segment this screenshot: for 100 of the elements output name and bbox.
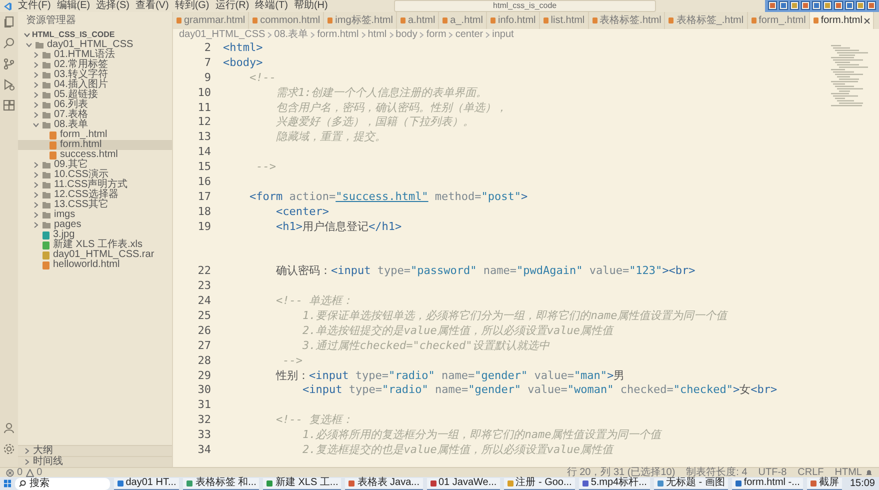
status-item[interactable]: 行 20，列 31 (已选择10) bbox=[566, 468, 676, 478]
breadcrumb-item[interactable]: center bbox=[455, 29, 484, 40]
search-icon[interactable] bbox=[3, 37, 15, 49]
taskbar-app[interactable]: 截屏 bbox=[806, 478, 842, 490]
chevron-right-icon bbox=[485, 32, 490, 38]
menu-item[interactable]: 编辑(E) bbox=[56, 0, 90, 12]
tree-item[interactable]: 3.jpg bbox=[18, 230, 172, 240]
panel-header[interactable]: 大纲 bbox=[18, 445, 172, 456]
tree-item[interactable]: 11.CSS声明方式 bbox=[18, 180, 172, 190]
play-bug-icon[interactable] bbox=[3, 79, 15, 91]
code-line: 2.单选按钮提交的是value属性值，所以必须设置value属性值 bbox=[301, 324, 613, 339]
html-file-icon bbox=[442, 17, 448, 24]
code-line: 包含用户名，密码，确认密码。性别（单选）， bbox=[274, 100, 507, 116]
status-item[interactable]: CRLF bbox=[798, 468, 824, 478]
breadcrumb-item[interactable]: body bbox=[396, 29, 418, 40]
app-logo-icon bbox=[3, 2, 12, 10]
tree-item[interactable]: 03.转义字符 bbox=[18, 70, 172, 80]
files-icon[interactable] bbox=[3, 16, 15, 28]
breadcrumb-item[interactable]: day01_HTML_CSS bbox=[179, 29, 266, 40]
taskbar-app[interactable]: day01 HT... bbox=[114, 478, 180, 490]
code-line: --> bbox=[255, 160, 276, 176]
line-number: 10 bbox=[196, 86, 212, 101]
taskbar-app[interactable]: 表格表 Java... bbox=[345, 478, 422, 490]
code-line: 隐藏域，重置，提交。 bbox=[274, 130, 386, 146]
taskbar-search-field[interactable]: 搜索 bbox=[15, 478, 110, 490]
tree-item[interactable]: form_.html bbox=[18, 130, 172, 140]
branch-icon[interactable] bbox=[3, 58, 15, 70]
breadcrumb-item[interactable]: input bbox=[492, 29, 514, 40]
taskbar-app[interactable]: 表格标签 和... bbox=[183, 478, 260, 490]
menu-item[interactable]: 选择(S) bbox=[96, 0, 130, 12]
search-field[interactable]: html_css_is_code bbox=[394, 0, 656, 12]
line-number: 19 bbox=[196, 220, 212, 235]
taskbar-app[interactable]: form.html -... bbox=[732, 478, 803, 490]
breadcrumb-item[interactable]: form bbox=[426, 29, 446, 40]
windows-icon[interactable] bbox=[4, 479, 12, 488]
app-icon bbox=[506, 480, 514, 486]
app-icon bbox=[186, 480, 194, 486]
breadcrumb-item[interactable]: html bbox=[368, 29, 387, 40]
settings-icon[interactable] bbox=[3, 443, 15, 455]
line-number: 14 bbox=[196, 145, 212, 160]
warning-count[interactable]: 0 bbox=[36, 468, 42, 478]
line-number: 23 bbox=[196, 279, 212, 294]
close-icon[interactable] bbox=[864, 18, 870, 24]
menu-item[interactable]: 帮助(H) bbox=[294, 0, 328, 12]
line-number: 25 bbox=[196, 309, 212, 324]
code-line: <!-- 单选框： bbox=[274, 294, 354, 310]
error-count[interactable]: 0 bbox=[17, 468, 23, 478]
code-line: 1.要保证单选按钮单选，必须将它们分为一组，即将它们的name属性值设置为同一个值 bbox=[301, 309, 728, 324]
tree-item[interactable]: 02.常用标签 bbox=[18, 60, 172, 70]
extensions-icon[interactable] bbox=[3, 100, 15, 112]
menu-item[interactable]: 运行(R) bbox=[215, 0, 250, 12]
status-item[interactable]: 制表符长度: 4 bbox=[686, 468, 748, 478]
tree-item[interactable]: helloworld.html bbox=[18, 260, 172, 270]
taskbar-app[interactable]: 新建 XLS 工... bbox=[263, 478, 342, 490]
taskbar-app[interactable]: 01 JavaWe... bbox=[426, 478, 500, 490]
tree-item[interactable]: 07.表格 bbox=[18, 110, 172, 120]
tree-item[interactable]: form.html bbox=[18, 140, 172, 150]
tree-item[interactable]: day01_HTML_CSS bbox=[18, 40, 172, 50]
line-number: 16 bbox=[196, 175, 212, 190]
tree-item[interactable]: 05.超链接 bbox=[18, 90, 172, 100]
line-number: 24 bbox=[196, 294, 212, 310]
code-line: 1.必须将所用的复选框分为一组，即将它们的name属性值设置为同一个值 bbox=[301, 428, 662, 444]
code-line: <!-- 复选框： bbox=[274, 413, 354, 428]
taskbar-app[interactable]: 注册 - Goo... bbox=[504, 478, 575, 490]
menu-item[interactable]: 终端(T) bbox=[255, 0, 288, 12]
line-number: 34 bbox=[196, 443, 212, 458]
app-icon bbox=[810, 480, 817, 486]
taskbar-app[interactable]: 5.mp4标杆... bbox=[578, 478, 650, 490]
code-line: --> bbox=[282, 354, 302, 369]
status-item[interactable]: HTML bbox=[834, 468, 862, 478]
code-line: <form action="success.html" method="post"> bbox=[248, 190, 528, 205]
tree-item[interactable]: 01.HTML语法 bbox=[18, 50, 172, 60]
tree-item[interactable]: 10.CSS演示 bbox=[18, 170, 172, 180]
menu-item[interactable]: 转到(G) bbox=[174, 0, 210, 12]
chevron-right-icon bbox=[310, 32, 316, 38]
taskbar-app[interactable]: 无标题 - 画图 bbox=[654, 478, 728, 490]
tree-item[interactable]: 04.插入图片 bbox=[18, 80, 172, 90]
bell-icon[interactable] bbox=[865, 468, 873, 476]
chevron-down-icon bbox=[33, 122, 39, 128]
tree-item[interactable]: 08.表单 bbox=[18, 120, 172, 130]
breadcrumb-item[interactable]: 08.表单 bbox=[274, 29, 308, 40]
tree-item[interactable]: 06.列表 bbox=[18, 100, 172, 110]
line-number: 9 bbox=[203, 70, 212, 86]
panel-header[interactable]: 时间线 bbox=[18, 456, 172, 467]
tree-item[interactable]: 12.CSS选择器 bbox=[18, 190, 172, 200]
tree-item[interactable]: pages bbox=[18, 220, 172, 230]
tree-item[interactable]: day01_HTML_CSS.rar bbox=[18, 250, 172, 260]
line-number: 29 bbox=[196, 368, 212, 384]
workspace-header[interactable]: HTML_CSS_IS_CODE bbox=[18, 29, 172, 40]
status-item[interactable]: UTF-8 bbox=[758, 468, 787, 478]
tree-item[interactable]: success.html bbox=[18, 150, 172, 160]
html-file-icon bbox=[42, 260, 50, 270]
editor-tab[interactable]: form.html bbox=[810, 12, 874, 29]
tree-item[interactable]: 新建 XLS 工作表.xls bbox=[18, 240, 172, 250]
tree-item[interactable]: 13.CSS其它 bbox=[18, 200, 172, 210]
account-icon[interactable] bbox=[3, 422, 15, 434]
menu-item[interactable]: 查看(V) bbox=[135, 0, 169, 12]
tree-item[interactable]: imgs bbox=[18, 210, 172, 220]
breadcrumb-item[interactable]: form.html bbox=[317, 29, 359, 40]
html-file-icon bbox=[490, 17, 496, 24]
